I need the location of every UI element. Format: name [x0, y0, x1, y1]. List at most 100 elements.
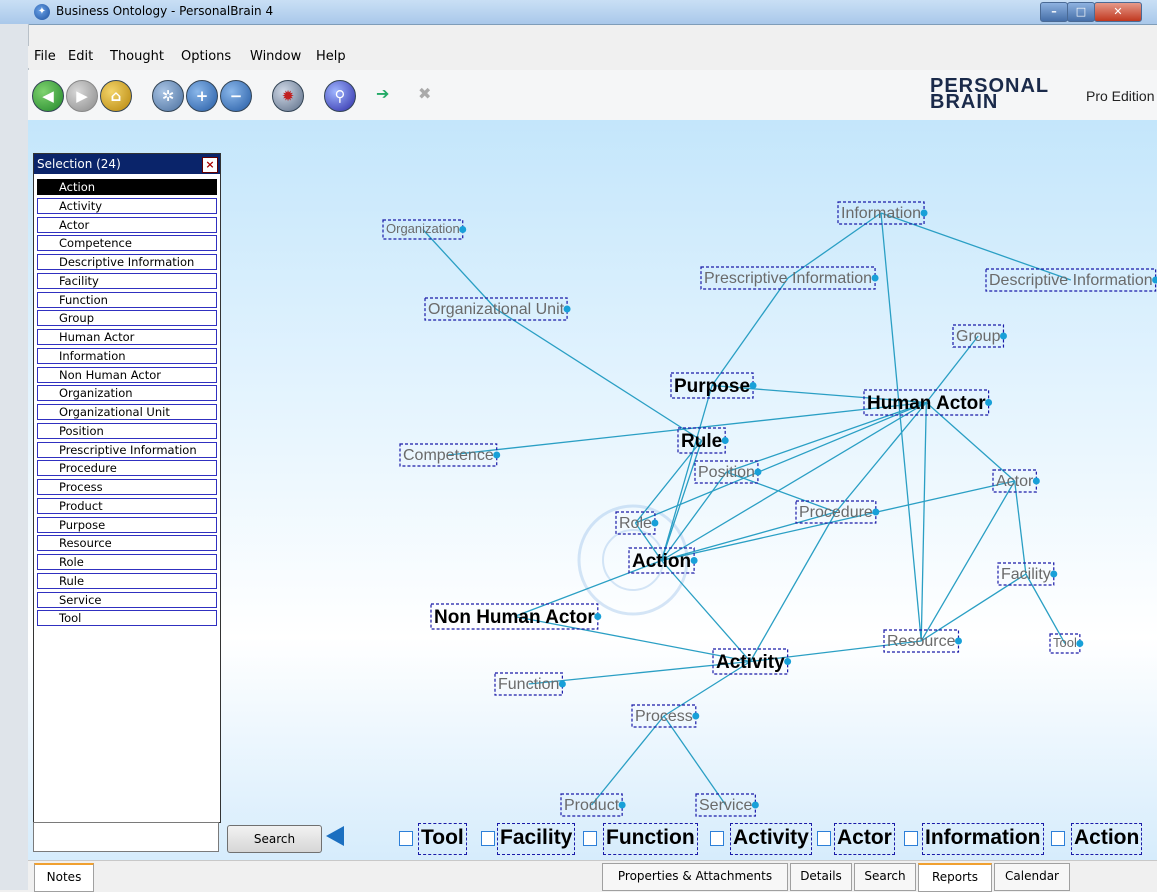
thought-function[interactable]: Function [494, 672, 566, 696]
selection-list-item[interactable]: Descriptive Information [37, 254, 217, 270]
close-button[interactable]: ✕ [1094, 2, 1142, 22]
thought-tool[interactable]: Tool [1049, 633, 1084, 654]
selection-list-item[interactable]: Information [37, 347, 217, 364]
selection-list-item[interactable]: Human Actor [37, 329, 217, 345]
selection-list-item[interactable]: Organizational Unit [37, 404, 217, 420]
selection-list-item[interactable]: Role [37, 554, 217, 570]
selection-list-item[interactable]: Organization [37, 385, 217, 402]
thought-procedure[interactable]: Procedure [795, 500, 880, 524]
link-icon[interactable]: ➔ [376, 84, 389, 103]
selection-list-item[interactable]: Position [37, 422, 217, 439]
tab-notes[interactable]: Notes [34, 863, 94, 892]
thought-product[interactable]: Product [560, 793, 626, 817]
tab-reports[interactable]: Reports [918, 863, 992, 892]
link-gate-icon[interactable] [754, 468, 762, 476]
link-gate-icon[interactable] [871, 274, 879, 282]
menu-options[interactable]: Options [181, 49, 231, 64]
selection-list-item[interactable]: Facility [37, 272, 217, 289]
selection-list-item[interactable]: Resource [37, 535, 217, 552]
tab-properties-attachments[interactable]: Properties & Attachments [602, 863, 788, 891]
pin-action[interactable]: Action [1071, 823, 1143, 855]
link-gate-icon[interactable] [749, 382, 757, 389]
link-gate-icon[interactable] [563, 305, 571, 313]
selection-list-item[interactable]: Tool [37, 610, 217, 627]
menu-help[interactable]: Help [316, 49, 346, 64]
link-gate-icon[interactable] [784, 658, 792, 665]
menu-edit[interactable]: Edit [68, 49, 93, 64]
home-icon[interactable]: ⌂ [100, 80, 132, 112]
selection-list-item[interactable]: Rule [37, 572, 217, 589]
link-gate-icon[interactable] [751, 801, 759, 809]
thought-role[interactable]: Role [615, 511, 659, 535]
link-gate-icon[interactable] [690, 557, 698, 564]
pin-actor[interactable]: Actor [834, 823, 895, 855]
pins-arrow-icon[interactable] [326, 826, 344, 846]
selection-list-item[interactable]: Competence [37, 235, 217, 252]
search-button[interactable]: Search [227, 825, 322, 853]
selection-list-item[interactable]: Non Human Actor [37, 366, 217, 383]
link-gate-icon[interactable] [1076, 640, 1084, 647]
selection-list-item[interactable]: Actor [37, 216, 217, 233]
selection-list-item[interactable]: Group [37, 310, 217, 327]
back-icon[interactable]: ◀ [32, 80, 64, 112]
thought-group[interactable]: Group [952, 324, 1007, 348]
link-gate-icon[interactable] [618, 801, 626, 809]
forward-icon[interactable]: ▶ [66, 80, 98, 112]
selection-list-item[interactable]: Action [37, 179, 217, 195]
thought-competence[interactable]: Competence [399, 443, 501, 467]
selection-list-item[interactable]: Product [37, 497, 217, 514]
pin-function[interactable]: Function [603, 823, 698, 855]
minimize-button[interactable]: – [1040, 2, 1068, 22]
link-gate-icon[interactable] [920, 209, 928, 217]
plex-layout-icon[interactable]: ✲ [152, 80, 184, 112]
thought-activity[interactable]: Activity [712, 648, 792, 675]
link-gate-icon[interactable] [1050, 570, 1058, 578]
tab-search[interactable]: Search [854, 863, 916, 891]
thought-service[interactable]: Service [695, 793, 759, 817]
menu-window[interactable]: Window [250, 49, 301, 64]
close-icon[interactable]: × [202, 157, 218, 173]
thought-information[interactable]: Information [837, 201, 928, 225]
zoom-in-icon[interactable]: + [186, 80, 218, 112]
link-gate-icon[interactable] [872, 508, 880, 516]
link-gate-icon[interactable] [692, 712, 700, 720]
thought-resource[interactable]: Resource [883, 629, 962, 653]
thought-process[interactable]: Process [631, 704, 700, 728]
link-gate-icon[interactable] [954, 637, 962, 645]
selection-list-item[interactable]: Service [37, 591, 217, 608]
link-gate-icon[interactable] [459, 226, 467, 233]
pin-activity[interactable]: Activity [730, 823, 812, 855]
thought-humanactor[interactable]: Human Actor [863, 389, 993, 416]
selection-list-item[interactable]: Function [37, 291, 217, 308]
pin-tool[interactable]: Tool [418, 823, 467, 855]
search-input[interactable] [33, 822, 219, 852]
thought-orgunit[interactable]: Organizational Unit [424, 297, 571, 321]
thought-position[interactable]: Position [694, 460, 762, 484]
link-gate-icon[interactable] [985, 399, 993, 406]
brain-network-icon[interactable]: ✹ [272, 80, 304, 112]
unlink-icon[interactable]: ✖ [418, 84, 431, 103]
link-gate-icon[interactable] [721, 437, 729, 444]
thought-actor[interactable]: Actor [992, 469, 1040, 493]
selection-list-item[interactable]: Activity [37, 197, 217, 214]
selection-list-item[interactable]: Process [37, 479, 217, 495]
selection-list-item[interactable]: Purpose [37, 516, 217, 533]
pin-facility[interactable]: Facility [497, 823, 576, 855]
selection-list-item[interactable]: Prescriptive Information [37, 441, 217, 458]
tab-details[interactable]: Details [790, 863, 852, 891]
thought-purpose[interactable]: Purpose [670, 372, 757, 399]
selection-list-item[interactable]: Procedure [37, 460, 217, 477]
menu-thought[interactable]: Thought [110, 49, 164, 64]
zoom-out-icon[interactable]: − [220, 80, 252, 112]
link-gate-icon[interactable] [1152, 276, 1157, 284]
thought-nonhuman[interactable]: Non Human Actor [430, 603, 602, 630]
menu-file[interactable]: File [34, 49, 56, 64]
thought-action[interactable]: Action [628, 547, 698, 574]
thought-rule[interactable]: Rule [677, 427, 729, 454]
thought-prescriptive[interactable]: Prescriptive Information [700, 266, 879, 290]
pin-information[interactable]: Information [922, 823, 1044, 855]
thought-organization[interactable]: Organization [382, 219, 467, 240]
link-gate-icon[interactable] [594, 613, 602, 620]
link-gate-icon[interactable] [1032, 477, 1040, 485]
link-gate-icon[interactable] [558, 680, 566, 688]
